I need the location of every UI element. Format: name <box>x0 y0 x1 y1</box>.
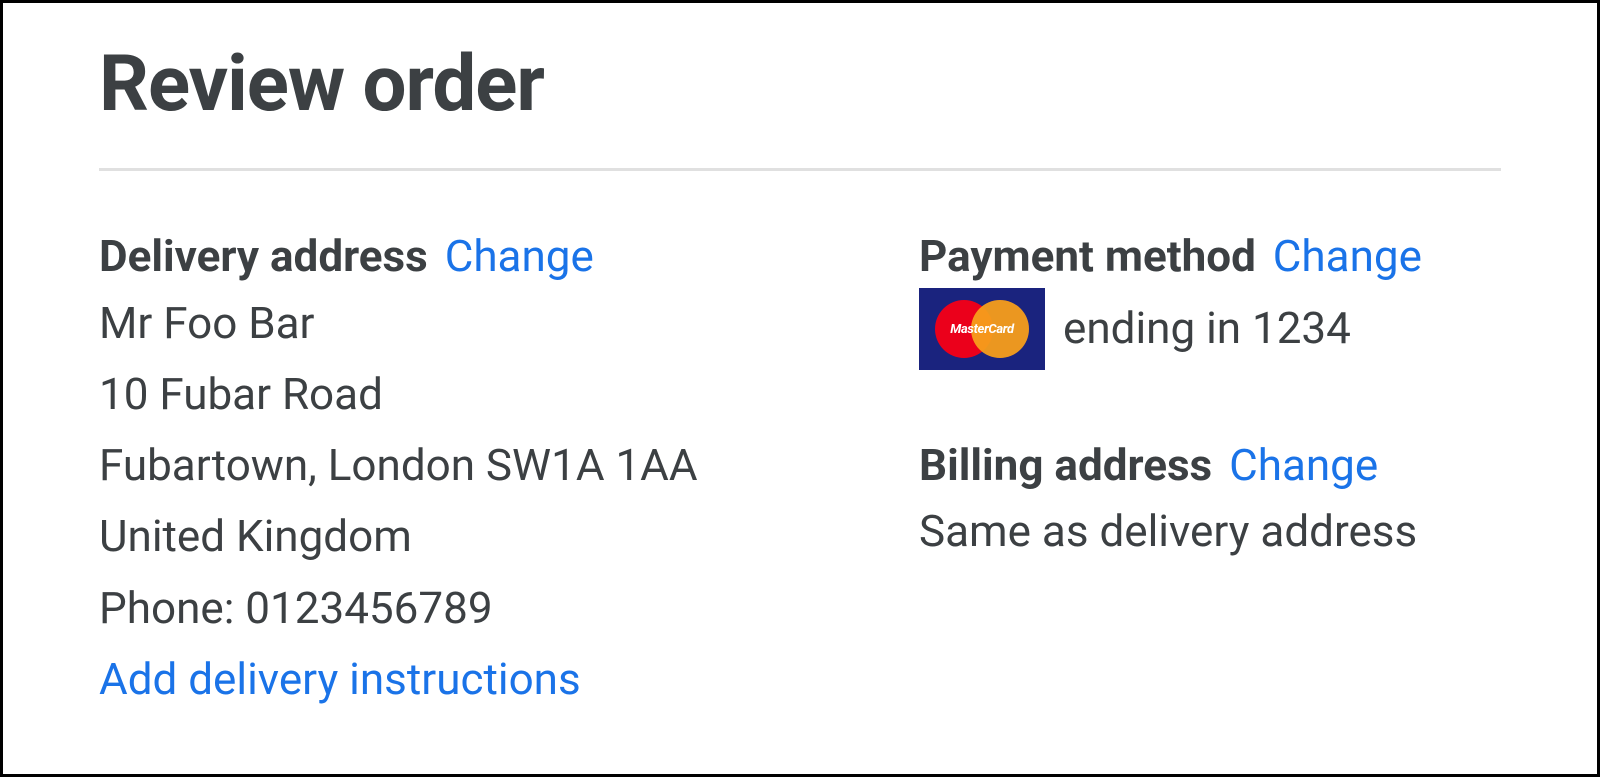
delivery-phone: Phone: 0123456789 <box>99 573 859 644</box>
change-delivery-link[interactable]: Change <box>445 230 594 282</box>
delivery-line2: Fubartown, London SW1A 1AA <box>99 430 859 501</box>
delivery-line1: 10 Fubar Road <box>99 359 859 430</box>
payment-method-heading: Payment method <box>919 230 1256 282</box>
delivery-address-heading: Delivery address <box>99 230 428 282</box>
delivery-name: Mr Foo Bar <box>99 288 859 359</box>
page-title: Review order <box>99 39 1501 130</box>
billing-summary: Same as delivery address <box>919 496 1501 567</box>
delivery-country: United Kingdom <box>99 501 859 572</box>
change-billing-link[interactable]: Change <box>1229 439 1378 491</box>
change-payment-link[interactable]: Change <box>1273 230 1422 282</box>
payment-summary: ending in 1234 <box>1063 293 1351 364</box>
divider <box>99 168 1501 171</box>
add-delivery-instructions-link[interactable]: Add delivery instructions <box>99 644 859 715</box>
billing-address-heading: Billing address <box>919 439 1212 491</box>
mastercard-icon: MasterCard <box>919 288 1045 370</box>
